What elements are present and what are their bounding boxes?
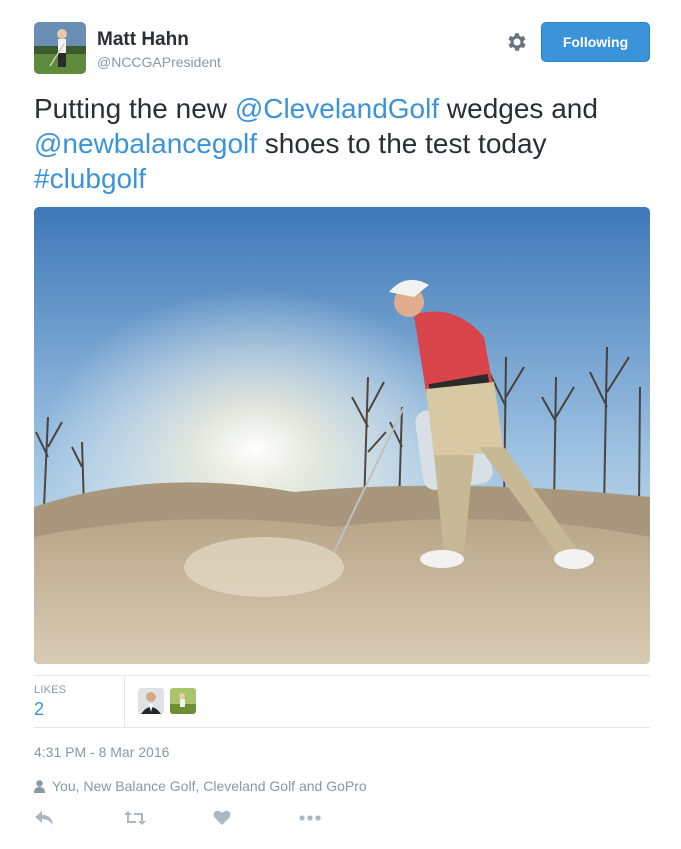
divider [34,727,650,728]
tweet-timestamp[interactable]: 4:31 PM - 8 Mar 2016 [34,744,169,760]
heart-icon[interactable] [213,806,231,830]
author-handle[interactable]: @NCCGAPresident [97,54,221,70]
reply-icon[interactable] [34,806,54,830]
social-context: You, New Balance Golf, Cleveland Golf an… [34,778,367,794]
likes-count[interactable]: 2 [34,699,44,720]
tweet-text: Putting the new @ClevelandGolf wedges an… [34,91,654,196]
tweet-text-part: shoes to the test today [257,128,547,159]
gear-icon[interactable] [505,30,529,54]
divider [34,675,650,676]
tweet-photo[interactable] [34,207,650,664]
person-icon [34,779,45,793]
likes-label: LIKES [34,684,67,696]
hashtag-link-clubgolf[interactable]: #clubgolf [34,163,146,194]
author-avatar[interactable] [34,22,86,74]
retweet-icon[interactable] [124,806,146,830]
liker-avatar[interactable] [138,688,164,714]
following-button[interactable]: Following [541,22,650,62]
author-name[interactable]: Matt Hahn [97,29,189,51]
mention-link-clevelandgolf[interactable]: @ClevelandGolf [235,93,439,124]
mention-link-newbalancegolf[interactable]: @newbalancegolf [34,128,257,159]
more-icon[interactable] [299,806,321,830]
social-context-text: You, New Balance Golf, Cleveland Golf an… [52,778,367,794]
divider [124,676,125,727]
tweet-text-part: Putting the new [34,93,235,124]
tweet-text-part: wedges and [439,93,598,124]
liker-avatar[interactable] [170,688,196,714]
